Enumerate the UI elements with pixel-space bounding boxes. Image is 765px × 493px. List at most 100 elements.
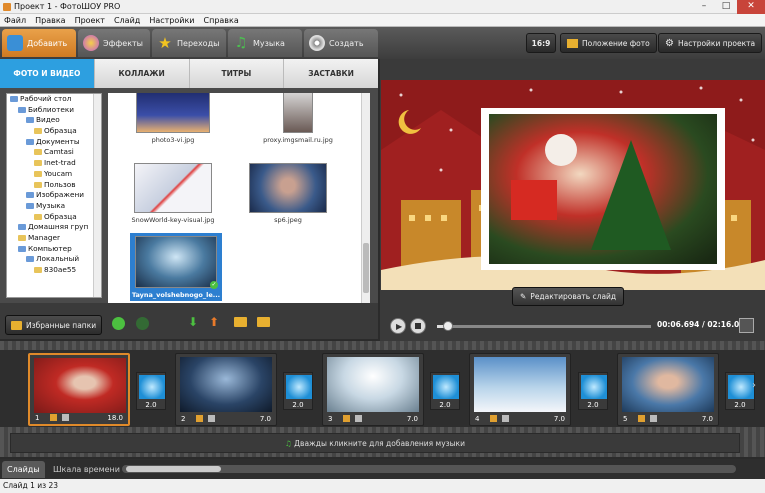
pencil-icon[interactable] [343, 415, 350, 422]
sound-icon[interactable] [650, 415, 657, 422]
folder-tree[interactable]: Рабочий стол Библиотеки Видео Образца Докуме… [6, 93, 102, 298]
tab-add[interactable]: Добавить [2, 29, 76, 57]
subtab-photo-video[interactable]: ФОТО И ВИДЕО [0, 59, 95, 88]
sound-icon[interactable] [502, 415, 509, 422]
thumb-item[interactable]: SnowWorld-key-visual.jpg [128, 163, 218, 224]
open-folder-icon[interactable] [257, 317, 270, 327]
tree-node-label: Изображени [36, 190, 84, 200]
music-note-icon: ♫ [285, 439, 292, 448]
tree-node[interactable]: Домашняя груп [7, 222, 101, 233]
fullscreen-icon[interactable] [739, 318, 754, 333]
thumb-item-selected[interactable]: Tayna_volshebnogo_le... ✓ [130, 233, 222, 301]
back-icon[interactable] [112, 317, 125, 330]
play-button[interactable]: ▶ [390, 318, 406, 334]
tree-node[interactable]: Рабочий стол [7, 94, 101, 105]
tree-node[interactable]: Camtasi [7, 147, 101, 158]
thumbs-scrollbar[interactable] [361, 93, 370, 303]
preview-image [381, 80, 765, 290]
tree-node[interactable]: Образца [7, 212, 101, 223]
menu-settings[interactable]: Настройки [149, 14, 194, 26]
sound-icon[interactable] [355, 415, 362, 422]
subtab-titles[interactable]: ТИТРЫ [190, 59, 285, 88]
close-button[interactable]: ✕ [737, 0, 765, 14]
thumb-item[interactable]: sp6.jpeg [243, 163, 333, 224]
thumb-item[interactable]: photo3-vi.jpg [128, 93, 218, 144]
tree-node-label: Локальный [36, 254, 80, 264]
tree-node[interactable]: 830ae55 [7, 265, 101, 276]
menu-slide[interactable]: Слайд [114, 14, 140, 26]
pencil-icon[interactable] [490, 415, 497, 422]
tree-node[interactable]: Видео [7, 115, 101, 126]
arrow-up-icon[interactable]: ⬆ [209, 316, 220, 328]
tree-node[interactable]: Inet-trad [7, 158, 101, 169]
scroll-thumb[interactable] [363, 243, 369, 293]
subtab-intros[interactable]: ЗАСТАВКИ [284, 59, 378, 88]
sound-icon[interactable] [62, 414, 69, 421]
music-track[interactable]: ♫ Дважды кликните для добавления музыки [10, 433, 740, 453]
gear-icon: ⚙ [665, 37, 674, 49]
tab-transitions[interactable]: ★ Переходы [152, 29, 226, 57]
tree-node-label: Рабочий стол [20, 94, 72, 103]
slide-card[interactable]: 4 7.0 [469, 353, 571, 426]
tree-node[interactable]: Manager [7, 233, 101, 244]
slide-card[interactable]: 1 18.0 [28, 353, 130, 426]
tree-node[interactable]: Изображени [7, 190, 101, 201]
arrow-down-icon[interactable]: ⬇ [188, 316, 199, 328]
photo-position-button[interactable]: Положение фото [560, 33, 657, 53]
progress-track[interactable] [437, 325, 651, 328]
pencil-icon[interactable] [50, 414, 57, 421]
slide-card[interactable]: 2 7.0 [175, 353, 277, 426]
progress-handle[interactable] [442, 321, 453, 331]
slide-duration: 7.0 [553, 415, 565, 423]
menu-help[interactable]: Справка [204, 14, 239, 26]
tab-music[interactable]: ♫ Музыка [228, 29, 302, 57]
chevron-right-icon[interactable]: › [752, 380, 756, 391]
thumb-item[interactable]: proxy.imgsmail.ru.jpg [248, 93, 348, 144]
slide-preview [381, 80, 765, 290]
forward-icon[interactable] [136, 317, 149, 330]
pencil-icon[interactable] [196, 415, 203, 422]
maximize-button[interactable]: □ [715, 0, 737, 14]
tab-slides[interactable]: Слайды [2, 461, 45, 478]
menu-file[interactable]: Файл [4, 14, 26, 26]
scroll-thumb[interactable] [126, 466, 221, 472]
aspect-ratio-button[interactable]: 16:9 [526, 33, 556, 53]
folder-icon [34, 181, 42, 188]
tree-node[interactable]: Пользов [7, 180, 101, 191]
thumb-caption: Tayna_volshebnogo_le... [131, 291, 221, 299]
file-thumbnails[interactable]: photo3-vi.jpg proxy.imgsmail.ru.jpg Snow… [108, 93, 370, 303]
menu-edit[interactable]: Правка [35, 14, 65, 26]
add-folder-icon[interactable] [234, 317, 247, 327]
slide-card[interactable]: 3 7.0 [322, 353, 424, 426]
horizontal-scrollbar[interactable] [122, 465, 736, 473]
tab-create[interactable]: Создать [304, 29, 378, 57]
transition-card[interactable]: 2.0 [136, 372, 166, 410]
tree-scrollbar[interactable] [93, 94, 101, 297]
pencil-icon[interactable] [638, 415, 645, 422]
minimize-button[interactable]: – [693, 0, 715, 14]
favorite-folders-button[interactable]: Избранные папки [5, 315, 103, 335]
transition-card[interactable]: 2.0 [578, 372, 608, 410]
slide-thumbnail [180, 357, 272, 412]
tree-node[interactable]: Документы [7, 137, 101, 148]
sound-icon[interactable] [208, 415, 215, 422]
menu-project[interactable]: Проект [75, 14, 105, 26]
tree-node[interactable]: Музыка [7, 201, 101, 212]
tree-node[interactable]: Библиотеки [7, 105, 101, 116]
transition-card[interactable]: 2.0 [283, 372, 313, 410]
transition-card[interactable]: 2.0 [430, 372, 460, 410]
transition-thumbnail [286, 375, 312, 399]
tab-effects[interactable]: Эффекты [78, 29, 150, 57]
tree-node[interactable]: Образца [7, 126, 101, 137]
tree-node-label: Музыка [36, 200, 66, 210]
tree-node[interactable]: Youcam [7, 169, 101, 180]
tree-node[interactable]: Компьютер [7, 244, 101, 255]
tree-node[interactable]: Локальный [7, 254, 101, 265]
subtab-collages[interactable]: КОЛЛАЖИ [95, 59, 190, 88]
project-settings-button[interactable]: ⚙ Настройки проекта [658, 33, 763, 53]
transition-card[interactable]: 2.0 [725, 372, 755, 410]
tab-timeline-scale[interactable]: Шкала времени [48, 461, 125, 478]
edit-slide-button[interactable]: ✎ Редактировать слайд [512, 287, 625, 306]
stop-button[interactable] [410, 318, 426, 334]
slide-card[interactable]: 5 7.0 [617, 353, 719, 426]
